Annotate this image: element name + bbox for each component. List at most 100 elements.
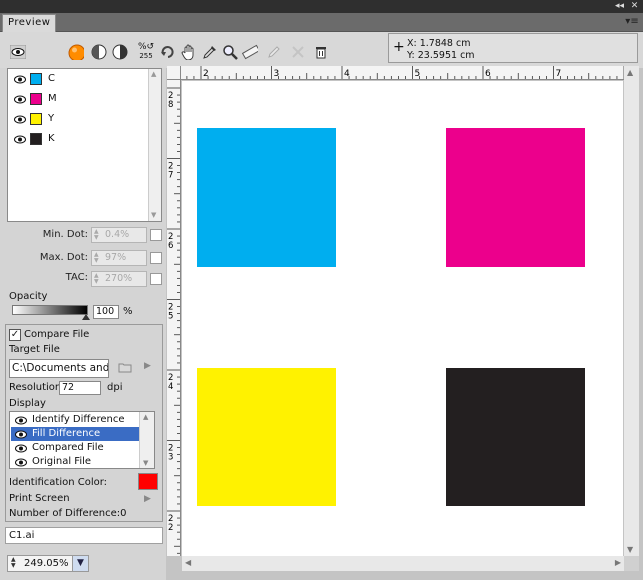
opacity-slider-thumb[interactable] [82,314,90,320]
zoom-value: 249.05% [24,558,69,569]
zoom-icon[interactable] [222,44,238,60]
y-coordinate: Y: 23.5951 cm [407,50,475,61]
eye-icon[interactable] [14,135,26,144]
max-dot-label: Max. Dot: [39,252,88,263]
vertical-scrollbar[interactable]: ▲ ▼ [624,66,639,556]
magenta-square [446,128,585,267]
compare-file-label: Compare File [24,329,90,340]
pen-icon[interactable] [266,44,282,60]
identification-color-label: Identification Color: [9,477,108,488]
ruler-icon[interactable] [242,44,258,60]
display-item-label: Compared File [32,442,104,453]
trash-icon[interactable] [314,44,330,60]
display-item-identify-difference[interactable]: Identify Difference [11,413,139,427]
tac-checkbox[interactable] [150,273,162,285]
display-label: Display [9,398,46,409]
scroll-down-icon[interactable]: ▼ [627,545,633,554]
channel-label: K [48,133,55,144]
channel-swatch [30,73,42,85]
ruler-label: 5 [168,312,173,322]
zoom-control[interactable]: ▲ ▼ 249.05% ▼ [7,555,89,572]
scroll-up-icon[interactable]: ▲ [151,70,156,78]
eye-icon[interactable] [14,95,26,104]
resolution-input[interactable]: 72 [59,381,101,395]
ruler-label: 6 [485,69,491,79]
display-item-fill-difference[interactable]: Fill Difference [11,427,139,441]
display-item-original-file[interactable]: Original File [11,455,139,469]
file-name-field: C1.ai [5,527,163,544]
channel-label: M [48,93,57,104]
tab-preview[interactable]: Preview [2,14,56,32]
min-dot-checkbox[interactable] [150,229,162,241]
resolution-unit: dpi [107,382,123,393]
black-square [446,368,585,506]
document-page[interactable] [182,81,623,556]
identification-color-swatch[interactable] [138,473,158,490]
display-list-scrollbar[interactable]: ▲ ▼ [139,412,154,468]
ruler-label: 6 [168,241,173,251]
scroll-down-icon[interactable]: ▼ [151,211,156,219]
channel-label: Y [48,113,55,124]
horizontal-scrollbar[interactable]: ◀ ▶ [182,556,624,571]
display-mode-list: Identify Difference Fill Difference Comp… [9,411,155,469]
play-arrow-icon[interactable]: ▶ [144,361,151,371]
compare-file-checkbox[interactable]: ✓ [9,329,21,341]
target-file-label: Target File [9,344,60,355]
opacity-slider[interactable] [12,305,88,315]
vertical-ruler[interactable]: 28272625242322 [167,80,181,556]
zoom-stepper-icon[interactable]: ▲ ▼ [11,557,16,569]
tab-bar [0,13,643,32]
print-screen-arrow-icon[interactable]: ▶ [144,494,151,504]
scroll-right-icon[interactable]: ▶ [615,558,621,567]
ruler-label: 7 [168,171,173,181]
ruler-label: 3 [168,453,173,463]
channel-list-scrollbar[interactable]: ▲ ▼ [148,69,161,221]
horizontal-ruler[interactable]: 2 3 4 5 6 7 [181,66,624,80]
scroll-left-icon[interactable]: ◀ [185,558,191,567]
eye-icon[interactable] [10,45,26,59]
x-coordinate: X: 1.7848 cm [407,38,471,49]
channel-swatch [30,93,42,105]
scroll-down-icon[interactable]: ▼ [143,459,148,467]
ruler-origin[interactable] [167,66,181,80]
ruler-label: 8 [168,100,173,110]
max-dot-input[interactable]: ▲ ▼ 97% [91,250,147,266]
collapse-icon[interactable]: ◂◂ [614,1,625,12]
eye-icon [15,416,27,425]
tac-input[interactable]: ▲ ▼ 270% [91,271,147,287]
opacity-input[interactable]: 100 [93,305,119,319]
ruler-label: 4 [344,69,350,79]
eye-icon [15,458,27,467]
display-item-label: Identify Difference [32,414,125,425]
eye-icon[interactable] [14,115,26,124]
ruler-label: 2 [203,69,209,79]
percent-sub-label: 255 [139,52,153,60]
min-dot-input[interactable]: ▲ ▼ 0.4% [91,227,147,243]
target-file-input[interactable]: C:\Documents and Settings [9,359,109,378]
scroll-up-icon[interactable]: ▲ [143,413,148,421]
percent-icon[interactable]: %↺ 255 [135,43,157,63]
opacity-label: Opacity [9,291,48,302]
zoom-dropdown-icon[interactable]: ▼ [72,556,88,571]
display-item-label: Original File [32,456,92,467]
scroll-up-icon[interactable]: ▲ [627,68,633,77]
eye-icon[interactable] [14,75,26,84]
folder-icon[interactable] [118,361,132,373]
half-circle-icon[interactable] [91,44,107,60]
ruler-label: 5 [415,69,421,79]
ruler-label: 7 [556,69,562,79]
close-icon[interactable]: ✕ [629,1,640,12]
hand-icon[interactable] [181,44,197,60]
eye-icon [15,444,27,453]
color-ball-icon[interactable] [68,44,84,60]
display-item-compared-file[interactable]: Compared File [11,441,139,455]
max-dot-checkbox[interactable] [150,252,162,264]
title-strip: ◂◂ ✕ [0,0,643,13]
eyedropper-icon[interactable] [202,44,218,60]
print-screen-label: Print Screen [9,493,70,504]
eye-icon [15,430,27,439]
panel-menu-icon[interactable]: ▾≡ [625,16,639,28]
delete-icon[interactable] [290,44,306,60]
rotate-icon[interactable] [160,44,176,60]
half-circle-alt-icon[interactable] [112,44,128,60]
